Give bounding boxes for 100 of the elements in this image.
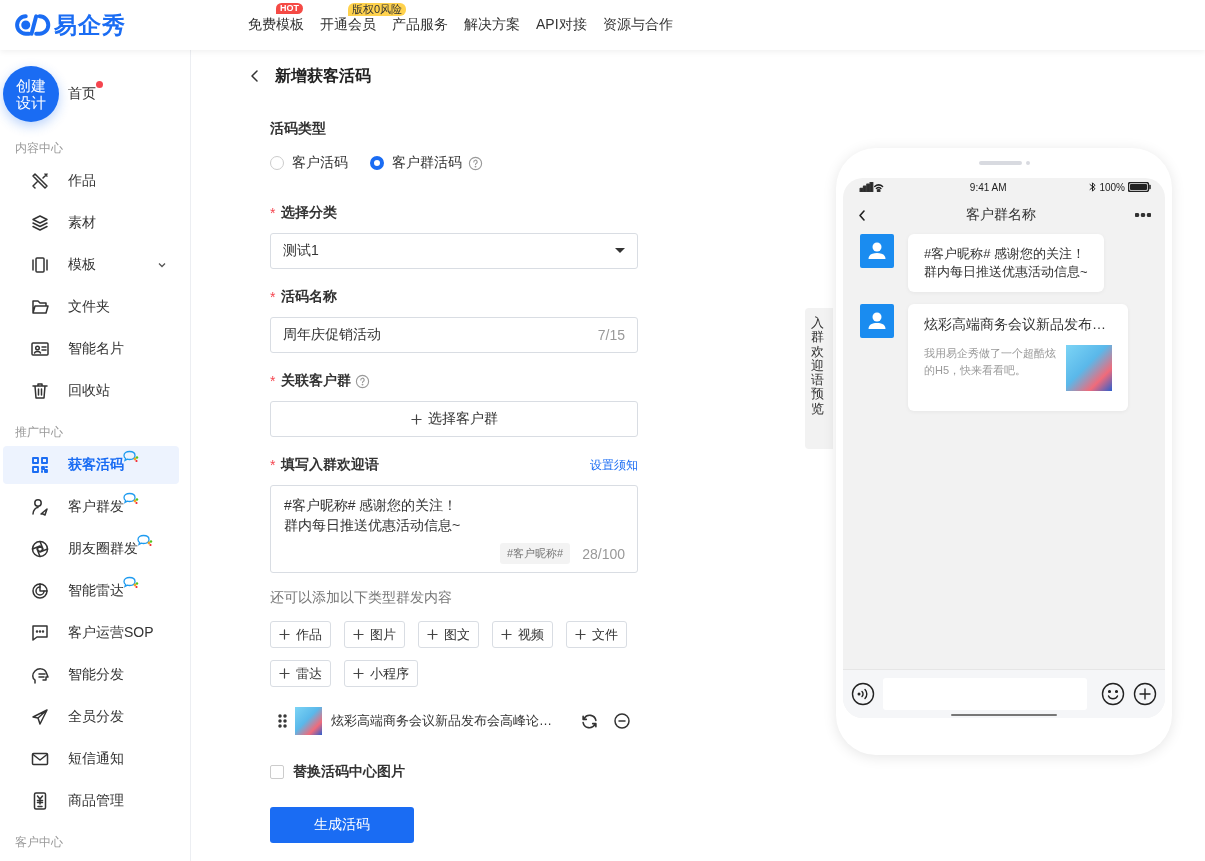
nav-link[interactable]: 资源与合作: [594, 16, 681, 34]
logo-text[interactable]: 易企秀: [54, 9, 126, 41]
sidebar-item[interactable]: 获客活码: [3, 446, 179, 484]
generate-button[interactable]: 生成活码: [270, 807, 414, 843]
nav-link[interactable]: API对接: [528, 16, 595, 34]
logo-icon: [15, 14, 52, 36]
voice-icon: [851, 682, 875, 706]
field-label: 填写入群欢迎语: [281, 456, 380, 474]
bluetooth-icon: [1089, 182, 1097, 192]
add-content-button[interactable]: 图片: [344, 621, 405, 648]
sidebar-item-label: 智能名片: [68, 340, 124, 358]
add-content-button[interactable]: 雷达: [270, 660, 331, 687]
field-label: 活码类型: [270, 120, 326, 138]
add-content-button[interactable]: 作品: [270, 621, 331, 648]
more-icon: [1135, 213, 1151, 217]
attachment-title: 炫彩高端商务会议新品发布会高峰论…: [331, 712, 552, 730]
sidebar-item[interactable]: 客户群发: [3, 488, 179, 526]
section-title: 客户中心: [15, 834, 64, 851]
welcome-message-field[interactable]: #客户昵称# 感谢您的关注！ 群内每日推送优惠活动信息~ #客户昵称# 28/100: [270, 485, 638, 573]
nav-link[interactable]: 开通会员: [312, 16, 384, 34]
link-card[interactable]: 炫彩高端商务会议新品发布… 我用易企秀做了一个超酷炫的H5，快来看看吧。: [908, 304, 1128, 411]
plus-icon: [279, 668, 290, 679]
head-icon: [30, 665, 50, 685]
name-field[interactable]: 周年庆促销活动 7/15: [270, 317, 638, 353]
radio-option[interactable]: 客户群活码: [370, 154, 462, 172]
id-card-icon: [30, 339, 50, 359]
chevron-icon[interactable]: [157, 260, 167, 270]
sidebar-item-label: 客户运营SOP: [68, 624, 154, 642]
slides-icon: [30, 255, 50, 275]
sidebar-item-label: 素材: [68, 214, 96, 232]
sidebar-item[interactable]: 智能名片: [3, 330, 179, 368]
avatar-icon: [860, 304, 894, 338]
nav-link[interactable]: 解决方案: [456, 16, 528, 34]
sidebar-item-label: 短信通知: [68, 750, 124, 768]
create-design-button[interactable]: 创建设计: [3, 66, 59, 122]
field-label: 活码名称: [281, 288, 338, 306]
field-label: 关联客户群: [281, 372, 352, 390]
sidebar-item-label: 客户群发: [68, 498, 124, 516]
sidebar-item[interactable]: 朋友圈群发: [3, 530, 179, 568]
sidebar-item-label: 商品管理: [68, 792, 124, 810]
instructions-link[interactable]: 设置须知: [590, 456, 638, 474]
hint-text: 还可以添加以下类型群发内容: [270, 589, 453, 607]
radar-icon: [30, 581, 50, 601]
person-send-icon: [30, 497, 50, 517]
sidebar-item[interactable]: 短信通知: [3, 740, 179, 778]
character-counter: 28/100: [582, 545, 625, 562]
sidebar-item[interactable]: 商品管理: [3, 782, 179, 820]
sidebar-item[interactable]: 回收站: [3, 372, 179, 410]
link-title: 炫彩高端商务会议新品发布…: [924, 316, 1107, 334]
paper-plane-icon: [30, 707, 50, 727]
welcome-message-line: #客户昵称# 感谢您的关注！: [284, 496, 459, 515]
message-line: 群内每日推送优惠活动信息~: [924, 263, 1088, 281]
link-description: 我用易企秀做了一个超酷炫的H5，快来看看吧。: [924, 346, 1057, 378]
sidebar-item-label: 智能雷达: [68, 582, 124, 600]
plus-icon: [410, 413, 422, 425]
sidebar-item-label: 全员分发: [68, 708, 124, 726]
caret-icon: [615, 248, 625, 254]
add-content-button[interactable]: 文件: [566, 621, 627, 648]
poster-thumbnail: [295, 707, 322, 735]
sidebar-item[interactable]: 全员分发: [3, 698, 179, 736]
add-content-button[interactable]: 图文: [418, 621, 479, 648]
sidebar-item[interactable]: 文件夹: [3, 288, 179, 326]
emoji-icon: [1101, 682, 1125, 706]
plus-icon: [501, 629, 512, 640]
sidebar-item-label: 智能分发: [68, 666, 124, 684]
sidebar-item-label: 获客活码: [68, 456, 124, 474]
sidebar-item[interactable]: 客户运营SOP: [3, 614, 179, 652]
category-select[interactable]: 测试1: [270, 233, 638, 269]
page-title: 新增获客活码: [275, 65, 371, 86]
radio-option[interactable]: 客户活码: [270, 154, 348, 172]
required-mark: *: [270, 205, 276, 221]
replace-image-checkbox[interactable]: 替换活码中心图片: [270, 763, 405, 781]
sidebar-item-label: 文件夹: [68, 298, 110, 316]
nav-badge: HOT: [276, 3, 303, 14]
sidebar-item[interactable]: 模板: [3, 246, 179, 284]
preview-tab[interactable]: 入群欢迎语预览: [805, 308, 833, 449]
nickname-tag[interactable]: #客户昵称#: [499, 543, 571, 564]
field-label: 选择分类: [281, 204, 338, 222]
refresh-icon: [581, 712, 598, 730]
plus-icon: [427, 629, 438, 640]
drag-handle-icon: [278, 714, 287, 728]
add-content-button[interactable]: 小程序: [344, 660, 418, 687]
plus-icon: [279, 629, 290, 640]
sidebar-item[interactable]: 素材: [3, 204, 179, 242]
add-content-button[interactable]: 视频: [492, 621, 553, 648]
sidebar-item[interactable]: 作品: [3, 162, 179, 200]
nav-link[interactable]: 产品服务: [384, 16, 456, 34]
sidebar-item-label: 朋友圈群发: [68, 540, 138, 558]
section-title: 内容中心: [15, 140, 64, 157]
home-link[interactable]: 首页: [68, 85, 96, 103]
section-title: 推广中心: [15, 424, 64, 441]
select-group-button[interactable]: 选择客户群: [270, 401, 638, 437]
sidebar-item[interactable]: 智能雷达: [3, 572, 179, 610]
message-line: #客户昵称# 感谢您的关注！: [924, 245, 1087, 263]
plus-icon: [575, 629, 586, 640]
sidebar-item-label: 回收站: [68, 382, 110, 400]
character-counter: 7/15: [597, 327, 625, 343]
battery-icon: [1128, 182, 1151, 192]
nav-link[interactable]: 免费模板: [240, 16, 312, 34]
sidebar-item[interactable]: 智能分发: [3, 656, 179, 694]
